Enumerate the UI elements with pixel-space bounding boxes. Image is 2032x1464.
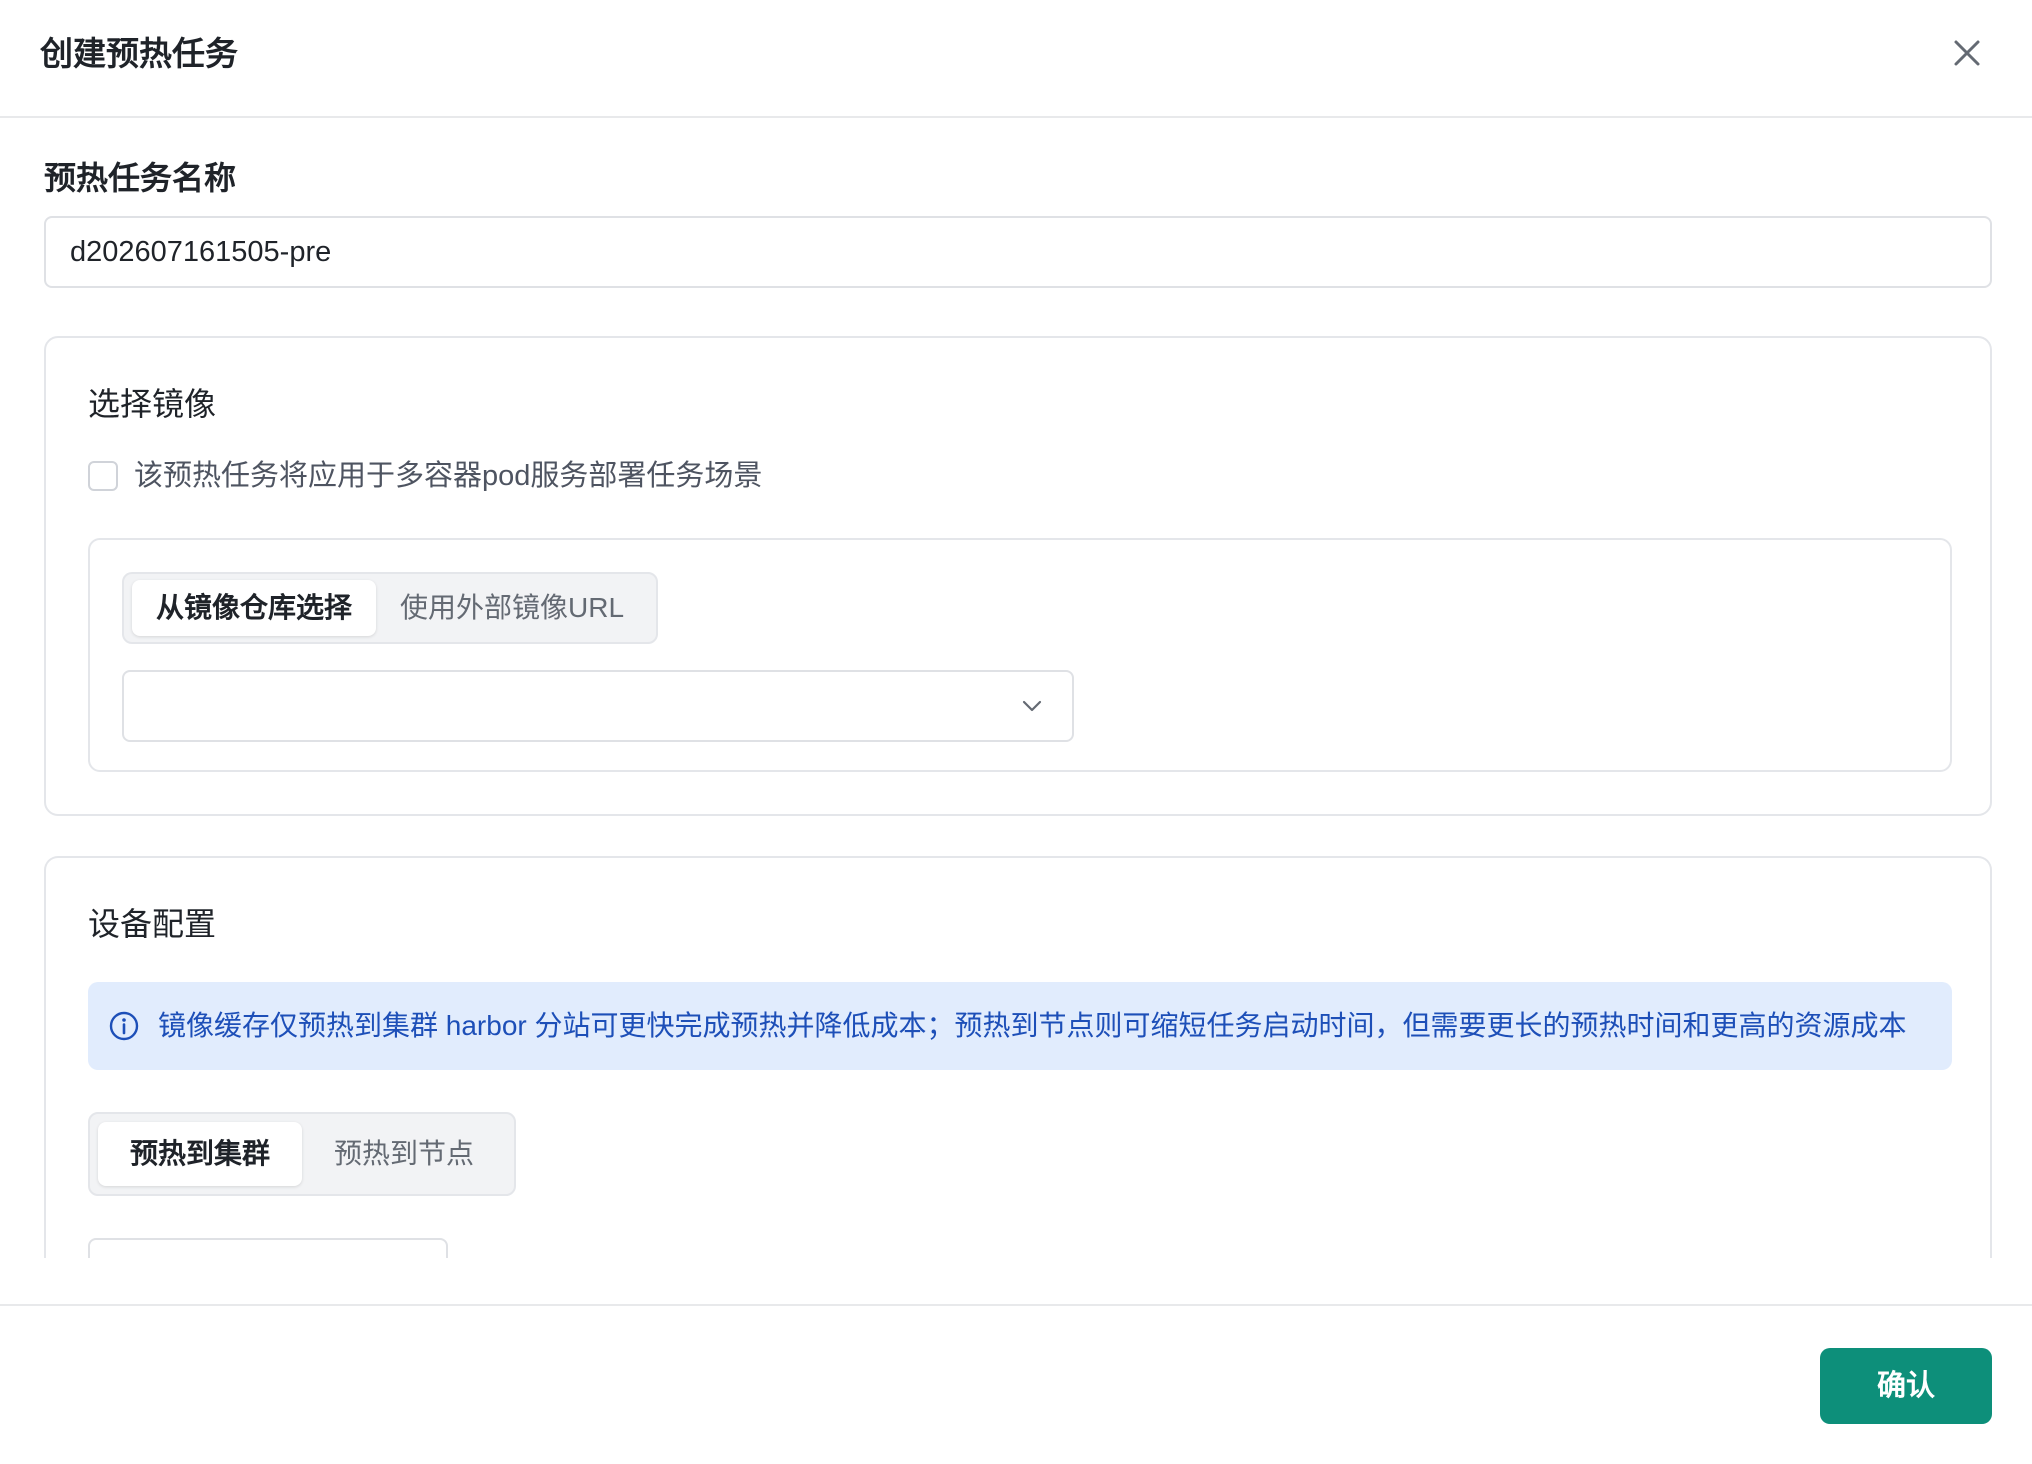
scope-select-value: 全部 bbox=[114, 1256, 170, 1258]
image-source-tabs: 从镜像仓库选择 使用外部镜像URL bbox=[122, 572, 658, 644]
device-config-card: 设备配置 镜像缓存仅预热到集群 harbor 分站可更快完成预热并降低成本；预热… bbox=[44, 856, 1992, 1258]
task-name-input[interactable] bbox=[44, 216, 1992, 288]
task-name-label: 预热任务名称 bbox=[44, 160, 237, 196]
preheat-target-tabs: 预热到集群 预热到节点 bbox=[88, 1112, 516, 1196]
create-preheat-task-dialog: 创建预热任务 预热任务名称 选择镜像 该预热任务将应用于多容器pod服务部署任务… bbox=[0, 0, 2032, 1464]
multi-container-checkbox[interactable] bbox=[88, 461, 118, 491]
info-alert-text: 镜像缓存仅预热到集群 harbor 分站可更快完成预热并降低成本；预热到节点则可… bbox=[158, 1010, 1907, 1041]
image-section-title: 选择镜像 bbox=[88, 386, 217, 422]
image-source-panel: 从镜像仓库选择 使用外部镜像URL bbox=[88, 538, 1952, 772]
multi-container-option[interactable]: 该预热任务将应用于多容器pod服务部署任务场景 bbox=[88, 456, 762, 496]
multi-container-checkbox-label: 该预热任务将应用于多容器pod服务部署任务场景 bbox=[134, 460, 763, 492]
device-section-title: 设备配置 bbox=[88, 906, 217, 942]
dialog-header: 创建预热任务 bbox=[0, 0, 2032, 118]
scope-select-dropdown[interactable]: 全部 bbox=[88, 1238, 448, 1258]
tab-preheat-to-node[interactable]: 预热到节点 bbox=[302, 1122, 506, 1186]
tab-preheat-to-cluster[interactable]: 预热到集群 bbox=[98, 1122, 303, 1186]
close-button[interactable] bbox=[1950, 36, 1984, 70]
tab-from-registry[interactable]: 从镜像仓库选择 bbox=[132, 580, 377, 636]
dialog-title: 创建预热任务 bbox=[40, 35, 238, 72]
dialog-body: 预热任务名称 选择镜像 该预热任务将应用于多容器pod服务部署任务场景 从镜像仓… bbox=[0, 120, 2032, 1258]
image-select-dropdown[interactable] bbox=[122, 670, 1074, 742]
chevron-down-icon bbox=[1022, 700, 1042, 712]
confirm-button[interactable]: 确认 bbox=[1820, 1348, 1992, 1424]
tab-external-url[interactable]: 使用外部镜像URL bbox=[376, 580, 648, 636]
info-alert: 镜像缓存仅预热到集群 harbor 分站可更快完成预热并降低成本；预热到节点则可… bbox=[88, 982, 1952, 1070]
dialog-footer: 确认 bbox=[0, 1304, 2032, 1464]
image-selection-card: 选择镜像 该预热任务将应用于多容器pod服务部署任务场景 从镜像仓库选择 使用外… bbox=[44, 336, 1992, 816]
close-icon bbox=[1954, 40, 1980, 66]
info-icon bbox=[109, 1011, 139, 1041]
